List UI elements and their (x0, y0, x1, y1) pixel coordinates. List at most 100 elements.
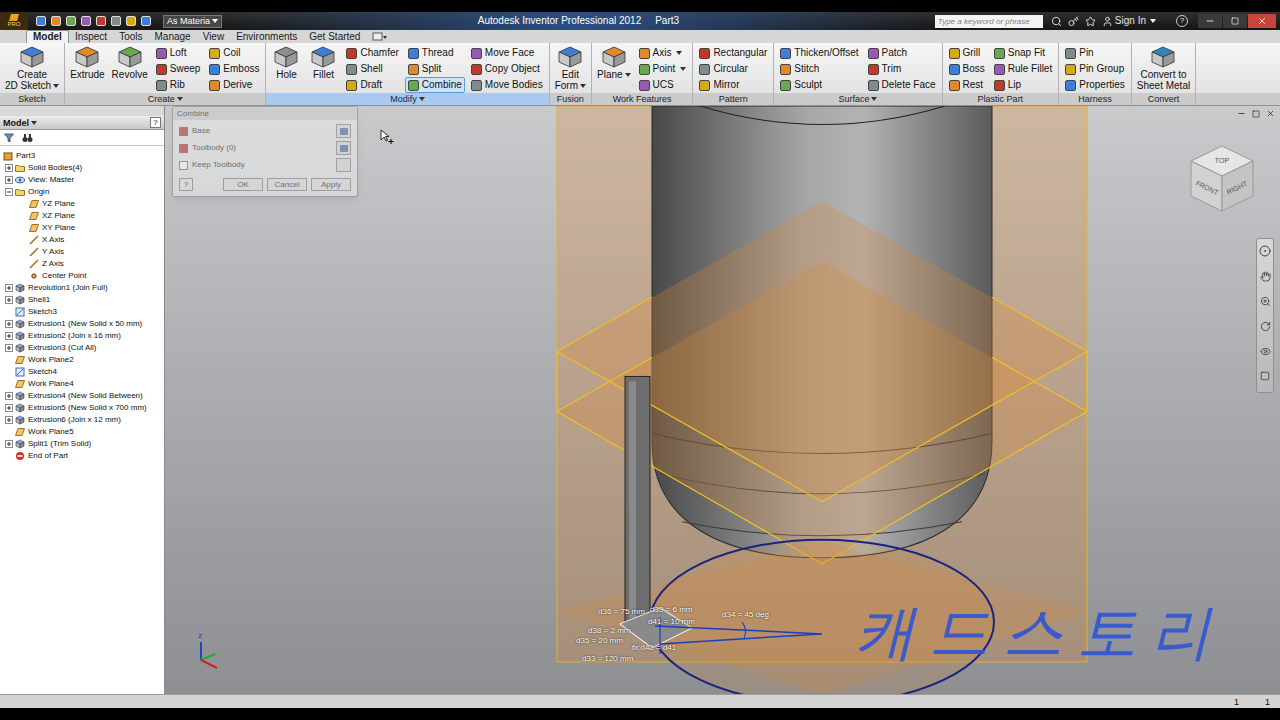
browser-tree-item[interactable]: Extrusion3 (Cut All) (3, 342, 164, 354)
ribbon-tab[interactable]: Manage (149, 31, 197, 43)
ribbon-small-button[interactable]: Trim (865, 61, 939, 77)
ribbon-large-button[interactable]: Extrude (68, 45, 106, 80)
ribbon-panel-label[interactable]: Pattern (693, 93, 773, 105)
binoculars-icon[interactable] (22, 133, 33, 143)
pan-icon[interactable] (1260, 271, 1271, 282)
search-field[interactable] (935, 15, 1043, 28)
dimension-label[interactable]: d39 = 6 mm (650, 605, 692, 615)
expand-icon[interactable] (5, 284, 13, 292)
checkbox[interactable] (179, 161, 188, 170)
browser-tree-item[interactable]: Extrusion6 (Join x 12 mm) (3, 414, 164, 426)
ribbon-panel-label[interactable]: Work Features (592, 93, 692, 105)
ribbon-small-button[interactable]: Loft (153, 45, 204, 61)
expand-icon[interactable] (5, 440, 13, 448)
browser-tree-item[interactable]: Work Plane5 (3, 426, 164, 438)
view-face-icon[interactable] (1260, 371, 1270, 381)
browser-tree-item[interactable]: Y Axis (3, 246, 164, 258)
ribbon-small-button[interactable]: Thicken/Offset (777, 45, 861, 61)
ribbon-small-button[interactable]: Emboss (206, 61, 262, 77)
ribbon-large-button[interactable]: Plane (595, 45, 633, 80)
star-icon[interactable] (1085, 16, 1096, 27)
ribbon-small-button[interactable]: Patch (865, 45, 939, 61)
view-cube[interactable]: TOP FRONT RIGHT (1185, 141, 1261, 217)
ribbon-small-button[interactable]: Rectangular (696, 45, 770, 61)
ribbon-tab[interactable]: Inspect (69, 31, 113, 43)
ribbon-small-button[interactable]: Chamfer (343, 45, 401, 61)
select-button[interactable] (336, 158, 351, 172)
close-button[interactable] (1248, 14, 1276, 28)
dialog-button[interactable]: Apply (311, 178, 351, 191)
dimension-label[interactable]: d33 = 120 mm (582, 654, 633, 664)
browser-tree-item[interactable]: Revolution1 (Join Full) (3, 282, 164, 294)
close-icon[interactable] (1266, 109, 1275, 118)
ribbon-options-icon[interactable] (372, 32, 388, 42)
expand-icon[interactable] (5, 404, 13, 412)
ribbon-small-button[interactable]: Circular (696, 61, 770, 77)
ribbon-small-button[interactable]: Pin Group (1062, 61, 1128, 77)
maximize-button[interactable] (1223, 14, 1247, 28)
ribbon-large-button[interactable]: Create2D Sketch (3, 45, 61, 91)
quick-access-icon[interactable] (96, 16, 106, 26)
ribbon-panel-label[interactable]: Sketch (0, 93, 64, 105)
expand-icon[interactable] (5, 344, 13, 352)
ribbon-large-button[interactable]: EditForm (553, 45, 588, 91)
ribbon-small-button[interactable]: Rest (946, 77, 988, 93)
view-cube-front-label[interactable]: FRONT (1195, 179, 1220, 196)
ribbon-panel-label[interactable]: Harness (1059, 93, 1131, 105)
ribbon-small-button[interactable]: Rule Fillet (991, 61, 1055, 77)
sign-in-button[interactable]: Sign In (1102, 14, 1156, 28)
ribbon-small-button[interactable]: Sculpt (777, 77, 861, 93)
browser-tree-item[interactable]: Sketch3 (3, 306, 164, 318)
ribbon-small-button[interactable]: Move Bodies (468, 77, 546, 93)
expand-icon[interactable] (5, 176, 13, 184)
ribbon-panel-label[interactable]: Create (65, 93, 265, 105)
app-menu-button[interactable]: PRO (0, 12, 28, 30)
ribbon-tab[interactable]: Environments (230, 31, 303, 43)
ribbon-tab[interactable]: View (197, 31, 231, 43)
browser-tree-item[interactable]: Center Point (3, 270, 164, 282)
ribbon-small-button[interactable]: Rib (153, 77, 204, 93)
browser-tree-item[interactable]: Origin (3, 186, 164, 198)
steering-wheel-icon[interactable] (1259, 245, 1271, 257)
ribbon-large-button[interactable]: Fillet (306, 45, 340, 80)
dimension-label[interactable]: d36 = 75 mm (598, 607, 645, 617)
expand-icon[interactable] (5, 392, 13, 400)
ribbon-small-button[interactable]: Grill (946, 45, 988, 61)
quick-access-icon[interactable] (126, 16, 136, 26)
zoom-icon[interactable] (1260, 296, 1271, 307)
ribbon-small-button[interactable]: Boss (946, 61, 988, 77)
ribbon-small-button[interactable]: Sweep (153, 61, 204, 77)
view-cube-right-label[interactable]: RIGHT (1226, 180, 1249, 196)
dimension-label[interactable]: d34 = 45 deg (722, 610, 769, 620)
graphics-viewport[interactable]: d36 = 75 mmd39 = 6 mmd41 = 10 mmd38 = 2 … (165, 106, 1280, 694)
browser-tree-item[interactable]: Extrusion4 (New Solid Between) (3, 390, 164, 402)
quick-access-icon[interactable] (141, 16, 151, 26)
browser-tree-item[interactable]: XY Plane (3, 222, 164, 234)
dialog-title-bar[interactable]: Combine (173, 107, 357, 120)
binoculars-icon[interactable] (1051, 16, 1062, 27)
collapse-icon[interactable] (5, 188, 13, 196)
ribbon-tab[interactable]: Tools (113, 31, 148, 43)
ribbon-small-button[interactable]: Snap Fit (991, 45, 1055, 61)
ribbon-panel-label[interactable]: Modify (266, 93, 548, 105)
browser-tree-item[interactable]: X Axis (3, 234, 164, 246)
restore-icon[interactable] (1252, 110, 1260, 118)
ribbon-small-button[interactable]: Stitch (777, 61, 861, 77)
dimension-label[interactable]: d38 = 2 mm (588, 626, 630, 636)
minimize-icon[interactable] (1237, 109, 1246, 118)
dimension-label[interactable]: fx:d42 = d41 (632, 643, 676, 653)
quick-access-icon[interactable] (51, 16, 61, 26)
browser-tree-item[interactable]: Work Plane2 (3, 354, 164, 366)
ribbon-small-button[interactable]: Delete Face (865, 77, 939, 93)
quick-access-icon[interactable] (111, 16, 121, 26)
expand-icon[interactable] (5, 416, 13, 424)
browser-tree-item[interactable]: End of Part (3, 450, 164, 462)
expand-icon[interactable] (5, 332, 13, 340)
look-at-icon[interactable] (1260, 346, 1271, 357)
ribbon-panel-label[interactable]: Surface (774, 93, 941, 105)
ribbon-small-button[interactable]: Coil (206, 45, 262, 61)
view-cube-top-label[interactable]: TOP (1215, 157, 1230, 164)
key-icon[interactable] (1068, 16, 1079, 27)
ribbon-panel-label[interactable]: Convert (1132, 93, 1195, 105)
dialog-selection-row[interactable]: Toolbody (0) (179, 141, 351, 155)
